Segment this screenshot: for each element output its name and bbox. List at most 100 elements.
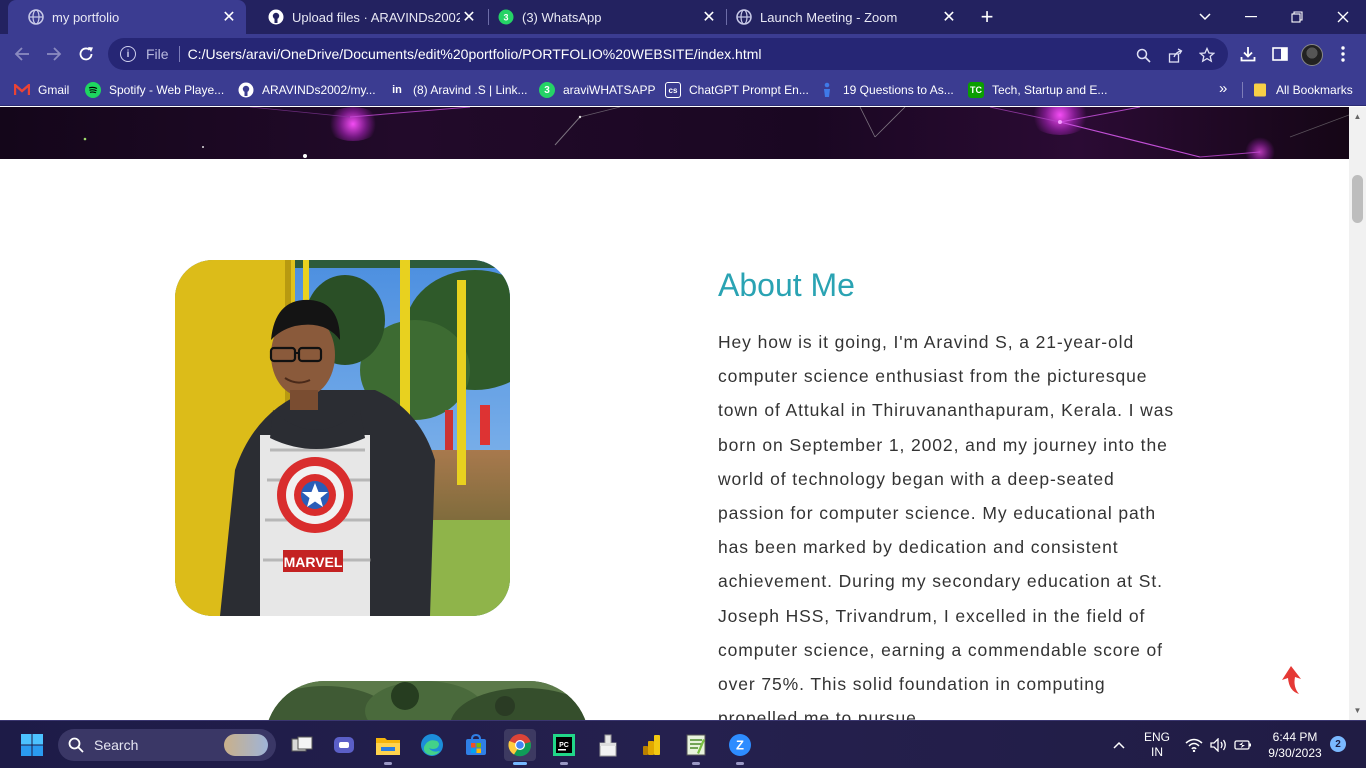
globe-icon — [28, 9, 44, 25]
input-language-indicator[interactable]: ENG IN — [1138, 721, 1176, 768]
svg-text:Z: Z — [736, 738, 744, 753]
zoom-icon[interactable]: Z — [724, 729, 756, 765]
share-icon[interactable] — [1166, 46, 1184, 64]
bookmark-label: ARAVINDs2002/my... — [262, 83, 376, 97]
tab-upload-files[interactable]: Upload files · ARAVINDs2002/M ✕ — [248, 0, 486, 34]
region-label: IN — [1151, 745, 1163, 759]
forward-button[interactable] — [40, 40, 68, 68]
tab-zoom-meeting[interactable]: Launch Meeting - Zoom ✕ — [716, 0, 966, 34]
address-bar[interactable]: i File C:/Users/aravi/OneDrive/Documents… — [108, 38, 1228, 70]
bookmark-19-questions[interactable]: 19 Questions to As... — [819, 80, 954, 100]
tab-whatsapp[interactable]: 3 (3) WhatsApp ✕ — [478, 0, 726, 34]
bookmark-label: ChatGPT Prompt En... — [689, 83, 809, 97]
url-text[interactable]: C:/Users/aravi/OneDrive/Documents/edit%2… — [188, 46, 762, 62]
minimize-button[interactable] — [1228, 0, 1274, 34]
taskbar-search[interactable]: Search — [58, 729, 276, 761]
tab-title: Upload files · ARAVINDs2002/M — [292, 9, 460, 25]
profile-photo: MARVEL — [175, 260, 510, 616]
clock[interactable]: 6:44 PM 9/30/2023 — [1262, 721, 1328, 768]
bookmark-label: Spotify - Web Playe... — [109, 83, 225, 97]
folder-icon — [1252, 82, 1268, 98]
url-scheme-label: File — [146, 46, 169, 62]
power-bi-icon[interactable] — [636, 729, 668, 761]
bookmark-gmail[interactable]: Gmail — [14, 80, 69, 100]
wifi-icon[interactable] — [1184, 721, 1204, 768]
whatsapp-icon: 3 — [539, 82, 555, 98]
linkedin-icon: in — [392, 84, 402, 96]
close-window-button[interactable] — [1320, 0, 1366, 34]
bookmark-spotify[interactable]: Spotify - Web Playe... — [85, 80, 224, 100]
battery-icon[interactable] — [1232, 721, 1254, 768]
tab-my-portfolio[interactable]: my portfolio ✕ — [8, 0, 246, 34]
bookmark-github[interactable]: ARAVINDs2002/my... — [238, 80, 376, 100]
more-menu-icon[interactable] — [1333, 44, 1353, 64]
secondary-photo — [265, 681, 589, 720]
bookmark-person-icon — [819, 82, 835, 98]
svg-text:PC: PC — [559, 742, 569, 749]
tab-search-chevron-icon[interactable] — [1182, 0, 1228, 34]
file-explorer-icon[interactable] — [372, 729, 404, 765]
side-panel-icon[interactable] — [1270, 44, 1290, 64]
downloads-icon[interactable] — [1238, 44, 1258, 64]
more-bookmarks-button[interactable]: » — [1219, 80, 1227, 97]
tab-title: (3) WhatsApp — [522, 9, 602, 25]
back-button[interactable] — [8, 40, 36, 68]
teams-icon[interactable] — [328, 729, 360, 761]
edge-icon[interactable] — [416, 729, 448, 761]
all-bookmarks-button[interactable]: All Bookmarks — [1252, 80, 1353, 100]
close-tab-icon[interactable]: ✕ — [940, 8, 958, 26]
site-info-icon[interactable]: i — [120, 46, 136, 62]
scroll-thumb[interactable] — [1352, 175, 1363, 223]
close-tab-icon[interactable]: ✕ — [220, 8, 238, 26]
bookmark-label: 19 Questions to As... — [843, 83, 954, 97]
chrome-icon[interactable] — [504, 729, 536, 765]
search-icon — [68, 737, 84, 753]
store-icon[interactable] — [460, 729, 492, 761]
pycharm-icon[interactable]: PC — [548, 729, 580, 765]
search-placeholder: Search — [94, 737, 139, 753]
notification-badge[interactable]: 2 — [1330, 736, 1346, 752]
clock-date: 9/30/2023 — [1268, 746, 1322, 760]
task-view-icon[interactable] — [286, 729, 318, 761]
notepad-plus-icon[interactable] — [680, 729, 712, 765]
bookmarks-bar: Gmail Spotify - Web Playe... ARAVINDs200… — [0, 74, 1366, 106]
language-label: ENG — [1143, 730, 1170, 744]
github-icon — [268, 9, 284, 25]
techcrunch-icon: TC — [968, 82, 984, 98]
scroll-up-arrow-icon[interactable]: ▲ — [1352, 111, 1363, 121]
bookmark-label: (8) Aravind .S | Link... — [413, 83, 528, 97]
search-highlight-icon — [224, 734, 268, 756]
browser-toolbar: i File C:/Users/aravi/OneDrive/Documents… — [0, 34, 1366, 74]
svg-text:3: 3 — [503, 13, 508, 23]
bookmark-label: Tech, Startup and E... — [992, 83, 1108, 97]
paint-icon[interactable] — [592, 729, 624, 761]
bookmark-label: Gmail — [38, 83, 70, 97]
github-icon — [238, 82, 254, 98]
about-paragraph: Hey how is it going, I'm Aravind S, a 21… — [718, 332, 1175, 720]
start-button[interactable] — [16, 729, 48, 761]
show-hidden-icons-icon[interactable] — [1108, 721, 1130, 768]
bookmark-star-icon[interactable] — [1198, 46, 1216, 64]
close-tab-icon[interactable]: ✕ — [460, 8, 478, 26]
tab-title: my portfolio — [52, 9, 120, 25]
scroll-down-arrow-icon[interactable]: ▼ — [1352, 705, 1363, 715]
back-to-top-button[interactable] — [1280, 665, 1302, 695]
bookmark-linkedin[interactable]: in (8) Aravind .S | Link... — [389, 80, 528, 100]
profile-avatar[interactable] — [1301, 44, 1323, 66]
bookmark-label: All Bookmarks — [1276, 83, 1353, 97]
omnibox-divider — [178, 46, 180, 62]
arrow-up-icon — [1282, 666, 1301, 694]
about-heading: About Me — [718, 267, 855, 303]
volume-icon[interactable] — [1208, 721, 1230, 768]
zoom-lens-icon[interactable] — [1134, 46, 1152, 64]
restore-button[interactable] — [1274, 0, 1320, 34]
new-tab-button[interactable]: + — [975, 4, 999, 29]
tab-strip: my portfolio ✕ Upload files · ARAVINDs20… — [0, 0, 1366, 34]
bookmark-chatgpt-prompt[interactable]: cs ChatGPT Prompt En... — [665, 80, 809, 100]
page-scrollbar[interactable]: ▲ ▼ — [1349, 107, 1366, 720]
bookmark-whatsapp[interactable]: 3 araviWHATSAPP — [539, 80, 655, 100]
clock-time: 6:44 PM — [1272, 730, 1318, 744]
bookmarks-divider — [1242, 82, 1243, 98]
bookmark-techcrunch[interactable]: TC Tech, Startup and E... — [968, 80, 1107, 100]
reload-button[interactable] — [72, 40, 100, 68]
